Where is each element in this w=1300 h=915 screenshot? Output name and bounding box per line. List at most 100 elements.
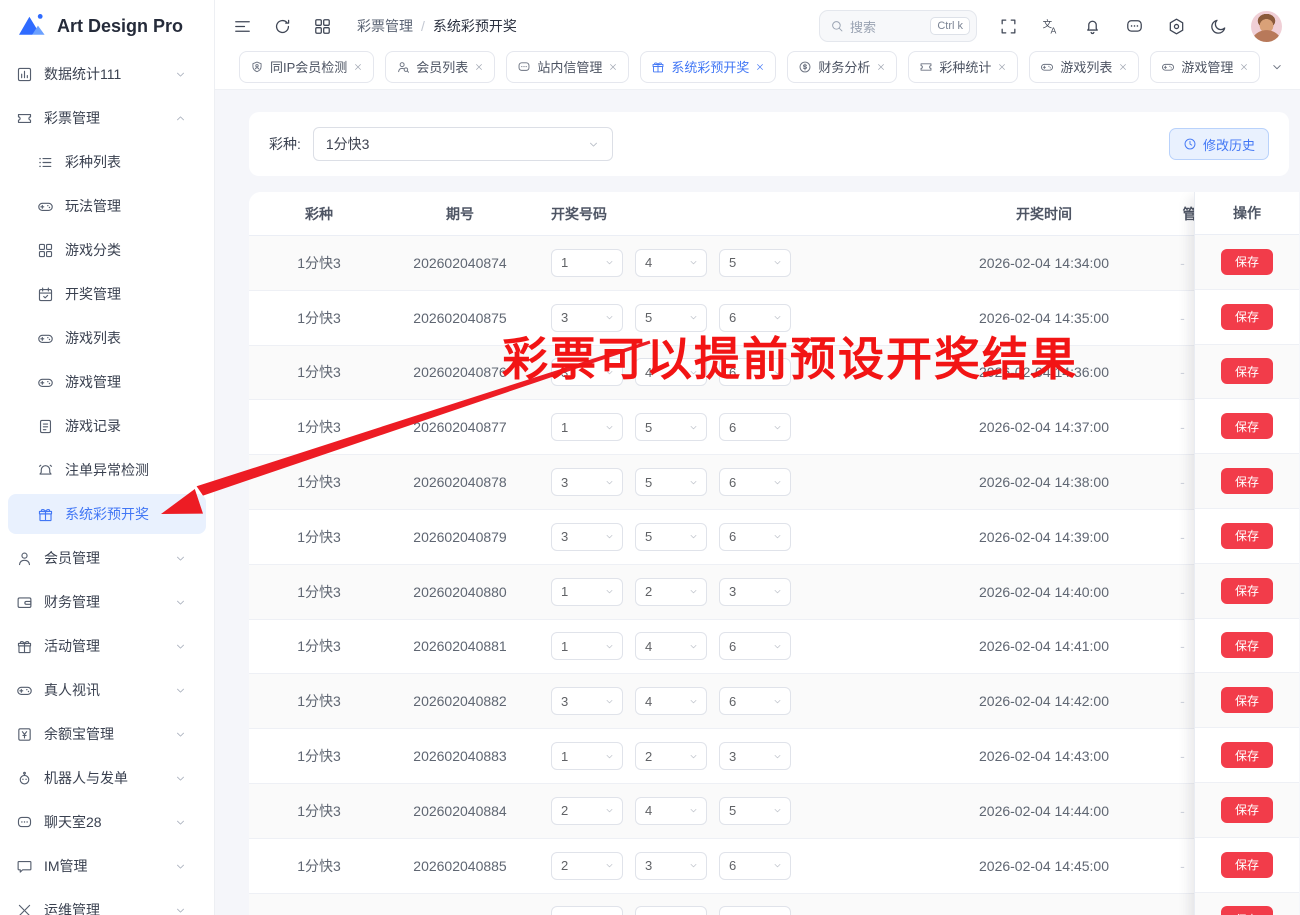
sidebar-item-5[interactable]: 开奖管理 bbox=[8, 274, 206, 314]
sidebar-item-17[interactable]: 聊天室28 bbox=[8, 802, 206, 842]
number-select[interactable]: 3 bbox=[719, 742, 791, 770]
close-icon[interactable] bbox=[353, 62, 363, 72]
translate-icon[interactable]: 文A bbox=[1041, 17, 1060, 36]
save-button[interactable]: 保存 bbox=[1221, 687, 1273, 713]
number-select[interactable]: 4 bbox=[635, 632, 707, 660]
save-button[interactable]: 保存 bbox=[1221, 468, 1273, 494]
number-select[interactable]: 6 bbox=[719, 632, 791, 660]
save-button[interactable]: 保存 bbox=[1221, 358, 1273, 384]
number-select[interactable]: 2 bbox=[551, 852, 623, 880]
number-select[interactable]: 2 bbox=[551, 797, 623, 825]
number-select[interactable]: 6 bbox=[719, 523, 791, 551]
history-button[interactable]: 修改历史 bbox=[1169, 128, 1269, 160]
number-select[interactable]: 4 bbox=[635, 249, 707, 277]
sidebar-item-9[interactable]: 注单异常检测 bbox=[8, 450, 206, 490]
dark-mode-moon-icon[interactable] bbox=[1209, 17, 1228, 36]
number-select[interactable]: 4 bbox=[635, 358, 707, 386]
tab-3[interactable]: 系统彩预开奖 bbox=[640, 51, 776, 83]
close-icon[interactable] bbox=[608, 62, 618, 72]
close-icon[interactable] bbox=[997, 62, 1007, 72]
number-select[interactable]: 1 bbox=[551, 578, 623, 606]
fullscreen-icon[interactable] bbox=[999, 17, 1018, 36]
sidebar-item-6[interactable]: 游戏列表 bbox=[8, 318, 206, 358]
lottery-type-select[interactable]: 1分快3 bbox=[313, 127, 613, 161]
number-select[interactable]: 5 bbox=[719, 249, 791, 277]
logo[interactable]: Art Design Pro bbox=[0, 0, 214, 52]
save-button[interactable]: 保存 bbox=[1221, 523, 1273, 549]
number-select[interactable]: 6 bbox=[719, 358, 791, 386]
search-input[interactable]: 搜索 Ctrl k bbox=[819, 10, 977, 42]
sidebar-item-7[interactable]: 游戏管理 bbox=[8, 362, 206, 402]
sidebar-item-16[interactable]: 机器人与发单 bbox=[8, 758, 206, 798]
number-select[interactable]: 3 bbox=[551, 358, 623, 386]
close-icon[interactable] bbox=[755, 62, 765, 72]
tab-7[interactable]: 游戏管理 bbox=[1150, 51, 1260, 83]
sidebar-item-8[interactable]: 游戏记录 bbox=[8, 406, 206, 446]
save-button[interactable]: 保存 bbox=[1221, 578, 1273, 604]
message-icon[interactable] bbox=[1125, 17, 1144, 36]
save-button[interactable]: 保存 bbox=[1221, 906, 1273, 915]
sidebar-item-19[interactable]: 运维管理 bbox=[8, 890, 206, 915]
sidebar-item-15[interactable]: 余额宝管理 bbox=[8, 714, 206, 754]
settings-icon[interactable] bbox=[1167, 17, 1186, 36]
number-select[interactable]: 3 bbox=[551, 523, 623, 551]
number-select[interactable]: 5 bbox=[719, 797, 791, 825]
save-button[interactable]: 保存 bbox=[1221, 304, 1273, 330]
close-icon[interactable] bbox=[474, 62, 484, 72]
number-select[interactable]: 1 bbox=[551, 249, 623, 277]
tab-5[interactable]: 彩种统计 bbox=[908, 51, 1018, 83]
number-select[interactable] bbox=[719, 906, 791, 915]
number-select[interactable]: 6 bbox=[719, 687, 791, 715]
number-select[interactable]: 1 bbox=[551, 632, 623, 660]
sidebar-item-0[interactable]: 数据统计111 bbox=[8, 54, 206, 94]
number-select[interactable]: 5 bbox=[635, 413, 707, 441]
sidebar-item-2[interactable]: 彩种列表 bbox=[8, 142, 206, 182]
sidebar-item-11[interactable]: 会员管理 bbox=[8, 538, 206, 578]
save-button[interactable]: 保存 bbox=[1221, 797, 1273, 823]
number-select[interactable]: 3 bbox=[551, 304, 623, 332]
number-select[interactable]: 3 bbox=[719, 578, 791, 606]
number-select[interactable]: 6 bbox=[719, 852, 791, 880]
sidebar-item-12[interactable]: 财务管理 bbox=[8, 582, 206, 622]
sidebar-item-13[interactable]: 活动管理 bbox=[8, 626, 206, 666]
number-select[interactable]: 5 bbox=[635, 304, 707, 332]
sidebar-item-1[interactable]: 彩票管理 bbox=[8, 98, 206, 138]
number-select[interactable]: 4 bbox=[635, 687, 707, 715]
save-button[interactable]: 保存 bbox=[1221, 413, 1273, 439]
apps-grid-icon[interactable] bbox=[313, 17, 332, 36]
number-select[interactable]: 2 bbox=[635, 578, 707, 606]
save-button[interactable]: 保存 bbox=[1221, 742, 1273, 768]
tab-6[interactable]: 游戏列表 bbox=[1029, 51, 1139, 83]
number-select[interactable]: 3 bbox=[551, 687, 623, 715]
number-select[interactable]: 4 bbox=[635, 797, 707, 825]
number-select[interactable]: 6 bbox=[719, 413, 791, 441]
sidebar-item-14[interactable]: 真人视讯 bbox=[8, 670, 206, 710]
sidebar-item-18[interactable]: IM管理 bbox=[8, 846, 206, 886]
bell-icon[interactable] bbox=[1083, 17, 1102, 36]
close-icon[interactable] bbox=[1118, 62, 1128, 72]
sidebar-item-10[interactable]: 系统彩预开奖 bbox=[8, 494, 206, 534]
refresh-icon[interactable] bbox=[273, 17, 292, 36]
save-button[interactable]: 保存 bbox=[1221, 632, 1273, 658]
save-button[interactable]: 保存 bbox=[1221, 852, 1273, 878]
number-select[interactable]: 5 bbox=[635, 523, 707, 551]
number-select[interactable] bbox=[635, 906, 707, 915]
close-icon[interactable] bbox=[1239, 62, 1249, 72]
number-select[interactable]: 1 bbox=[551, 413, 623, 441]
close-icon[interactable] bbox=[876, 62, 886, 72]
number-select[interactable] bbox=[551, 906, 623, 915]
user-avatar[interactable] bbox=[1251, 11, 1282, 42]
number-select[interactable]: 1 bbox=[551, 742, 623, 770]
number-select[interactable]: 6 bbox=[719, 304, 791, 332]
sidebar-item-4[interactable]: 游戏分类 bbox=[8, 230, 206, 270]
menu-fold-icon[interactable] bbox=[233, 17, 252, 36]
tab-2[interactable]: 站内信管理 bbox=[506, 51, 629, 83]
sidebar-item-3[interactable]: 玩法管理 bbox=[8, 186, 206, 226]
tabs-overflow-button[interactable] bbox=[1264, 54, 1290, 80]
tab-4[interactable]: 财务分析 bbox=[787, 51, 897, 83]
tab-0[interactable]: 同IP会员检测 bbox=[239, 51, 374, 83]
breadcrumb-parent[interactable]: 彩票管理 bbox=[357, 16, 413, 36]
number-select[interactable]: 5 bbox=[635, 468, 707, 496]
number-select[interactable]: 3 bbox=[551, 468, 623, 496]
number-select[interactable]: 2 bbox=[635, 742, 707, 770]
